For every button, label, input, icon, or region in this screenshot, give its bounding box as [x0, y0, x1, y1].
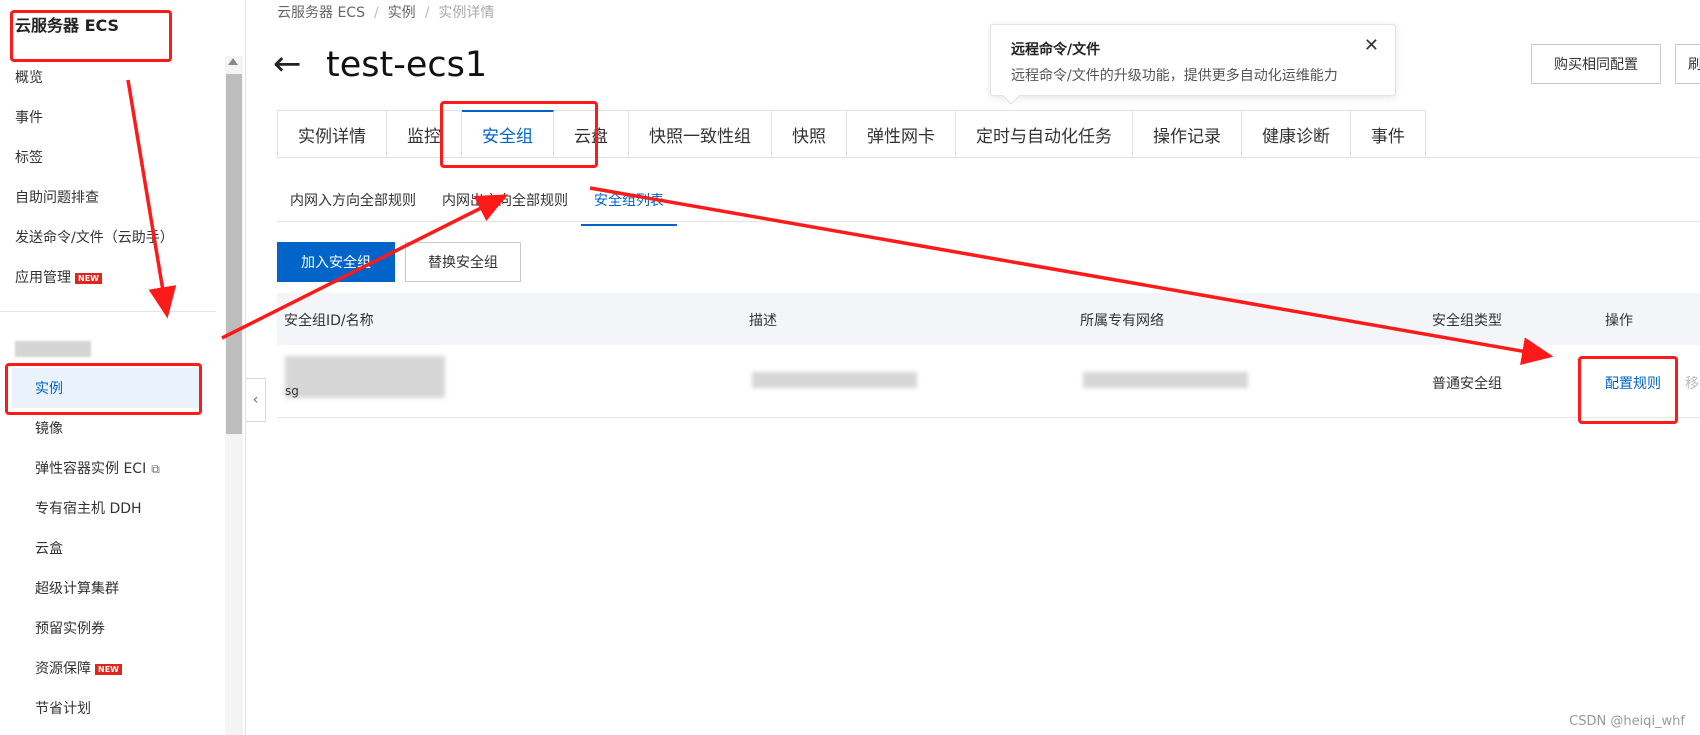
arrow-tab-to-configure — [589, 186, 1554, 365]
arrow-instances-to-subtab — [221, 194, 509, 340]
annotation-arrows — [126, 79, 1554, 365]
arrow-brand-to-instances — [126, 79, 177, 319]
